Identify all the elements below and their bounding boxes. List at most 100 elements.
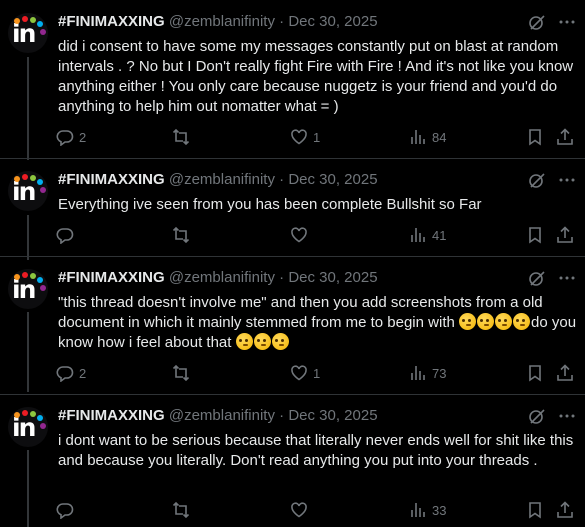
heart-icon xyxy=(291,502,307,518)
tweet[interactable]: in #FINIMAXXING @zemblanifinity · Dec 30… xyxy=(0,0,585,158)
grok-icon[interactable] xyxy=(527,268,547,288)
tweet-header: #FINIMAXXING @zemblanifinity · Dec 30, 2… xyxy=(58,170,378,190)
views-button[interactable]: 33 xyxy=(409,500,446,520)
avatar[interactable]: in xyxy=(8,171,48,211)
bookmark-button[interactable] xyxy=(526,127,544,147)
tweet-date[interactable]: Dec 30, 2025 xyxy=(288,407,377,424)
bookmark-button[interactable] xyxy=(526,363,544,383)
tweet-date[interactable]: Dec 30, 2025 xyxy=(288,171,377,188)
repost-button[interactable] xyxy=(172,500,195,520)
views-count: 41 xyxy=(432,227,447,243)
bookmark-icon xyxy=(529,129,541,146)
avatar[interactable]: in xyxy=(8,269,48,309)
author-handle[interactable]: @zemblanifinity xyxy=(169,171,275,188)
repost-icon xyxy=(172,226,190,244)
views-icon xyxy=(411,228,425,242)
views-count: 73 xyxy=(432,365,447,381)
like-button[interactable] xyxy=(290,500,313,520)
reply-button[interactable]: 2 xyxy=(56,363,86,383)
grok-icon[interactable] xyxy=(527,406,547,426)
bookmark-button[interactable] xyxy=(526,500,544,520)
like-button[interactable] xyxy=(290,225,313,245)
like-button[interactable]: 1 xyxy=(290,127,320,147)
repost-button[interactable] xyxy=(172,363,195,383)
thinking-face-emoji xyxy=(271,333,289,350)
avatar-dot xyxy=(14,18,20,24)
more-icon[interactable] xyxy=(558,269,576,287)
tweet-date[interactable]: Dec 30, 2025 xyxy=(288,13,377,30)
author-handle[interactable]: @zemblanifinity xyxy=(169,407,275,424)
author-name[interactable]: #FINIMAXXING xyxy=(58,171,165,188)
share-button[interactable] xyxy=(556,500,574,520)
like-button[interactable]: 1 xyxy=(290,363,320,383)
avatar-dot xyxy=(14,274,20,280)
repost-icon xyxy=(172,364,190,382)
tweet-date[interactable]: Dec 30, 2025 xyxy=(288,269,377,286)
share-button[interactable] xyxy=(556,363,574,383)
avatar-dot xyxy=(37,179,43,185)
reply-icon xyxy=(56,503,74,519)
more-icon[interactable] xyxy=(558,407,576,425)
heart-icon xyxy=(291,129,307,145)
action-bar: 2 1 84 xyxy=(56,127,576,147)
views-count: 84 xyxy=(432,129,447,145)
avatar-dot xyxy=(22,410,28,416)
avatar-dot xyxy=(37,21,43,27)
views-button[interactable]: 73 xyxy=(409,363,446,383)
author-handle[interactable]: @zemblanifinity xyxy=(169,13,275,30)
tweet[interactable]: in #FINIMAXXING @zemblanifinity · Dec 30… xyxy=(0,256,585,394)
thinking-face-emoji xyxy=(513,313,530,330)
views-icon xyxy=(411,503,425,517)
separator: · xyxy=(274,407,289,424)
action-bar: 33 xyxy=(56,500,576,520)
avatar-wordmark: in xyxy=(12,19,36,48)
bookmark-icon xyxy=(529,502,541,519)
reply-icon xyxy=(56,366,74,382)
bookmark-button[interactable] xyxy=(526,225,544,245)
grok-icon[interactable] xyxy=(527,170,547,190)
avatar-wordmark: in xyxy=(12,413,36,442)
share-button[interactable] xyxy=(556,225,574,245)
heart-icon xyxy=(291,365,307,381)
tweet[interactable]: in #FINIMAXXING @zemblanifinity · Dec 30… xyxy=(0,394,585,527)
share-button[interactable] xyxy=(556,127,574,147)
tweet-header: #FINIMAXXING @zemblanifinity · Dec 30, 2… xyxy=(58,12,378,32)
share-icon xyxy=(557,501,573,518)
avatar-dot xyxy=(14,412,20,418)
tweet[interactable]: in #FINIMAXXING @zemblanifinity · Dec 30… xyxy=(0,158,585,256)
more-icon[interactable] xyxy=(558,171,576,189)
more-icon[interactable] xyxy=(558,13,576,31)
reply-button[interactable]: 2 xyxy=(56,127,86,147)
views-button[interactable]: 84 xyxy=(409,127,446,147)
share-icon xyxy=(557,226,573,243)
action-bar: 41 xyxy=(56,225,576,245)
like-count: 1 xyxy=(313,129,321,145)
avatar-dot xyxy=(40,285,46,291)
author-name[interactable]: #FINIMAXXING xyxy=(58,407,165,424)
repost-button[interactable] xyxy=(172,127,195,147)
share-icon xyxy=(557,364,573,381)
avatar-dot xyxy=(37,415,43,421)
avatar-wordmark: in xyxy=(12,275,36,304)
author-handle[interactable]: @zemblanifinity xyxy=(169,269,275,286)
avatar[interactable]: in xyxy=(8,13,48,53)
views-button[interactable]: 41 xyxy=(409,225,446,245)
bookmark-icon xyxy=(529,365,541,382)
reply-button[interactable] xyxy=(56,500,79,520)
author-name[interactable]: #FINIMAXXING xyxy=(58,13,165,30)
separator: · xyxy=(274,269,289,286)
tweet-header: #FINIMAXXING @zemblanifinity · Dec 30, 2… xyxy=(58,268,378,288)
reply-count: 2 xyxy=(79,365,87,381)
author-name[interactable]: #FINIMAXXING xyxy=(58,269,165,286)
reply-button[interactable] xyxy=(56,225,79,245)
repost-button[interactable] xyxy=(172,225,195,245)
reply-count: 2 xyxy=(79,129,87,145)
tweet-text: Everything ive seen from you has been co… xyxy=(58,196,482,213)
avatar[interactable]: in xyxy=(8,407,48,447)
avatar-wordmark: in xyxy=(12,177,36,206)
tweet-text: "this thread doesn't involve me" and the… xyxy=(58,293,578,353)
grok-icon[interactable] xyxy=(527,12,547,32)
thinking-face-emoji xyxy=(459,313,476,330)
avatar-dot xyxy=(30,411,36,417)
share-icon xyxy=(557,128,573,145)
